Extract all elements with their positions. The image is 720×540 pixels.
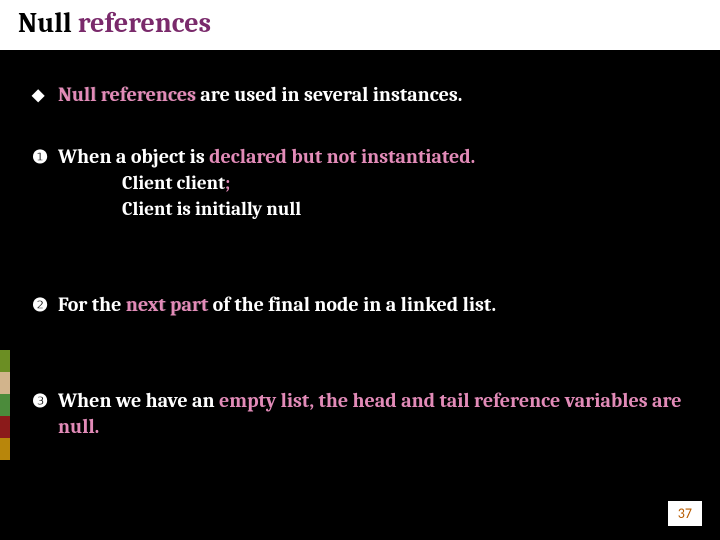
slide-header: Null references (0, 0, 720, 50)
page-number: 37 (668, 501, 702, 526)
item-2-pre: For the (58, 293, 126, 316)
item-3-pre: When we have an (58, 389, 219, 412)
accent-stripe (0, 438, 10, 460)
item-1-highlight: declared but not instantiated. (209, 145, 475, 168)
item-2-post: of the final node in a linked list. (208, 293, 496, 316)
item-1: ❶ When a object is declared but not inst… (32, 144, 688, 222)
circled-three-icon: ❸ (32, 388, 58, 414)
item-3-text: When we have an empty list, the head and… (58, 388, 688, 440)
item-1-text: When a object is declared but not instan… (58, 144, 688, 170)
circled-two-icon: ❷ (32, 292, 58, 318)
intro-text: Null references are used in several inst… (58, 82, 688, 108)
item-1-sub1: Client client; (122, 170, 688, 196)
item-3: ❸ When we have an empty list, the head a… (32, 388, 688, 440)
item-1-sub2: Client is initially null (122, 196, 688, 222)
title-highlight: references (78, 7, 211, 39)
item-2: ❷ For the next part of the final node in… (32, 292, 688, 318)
circled-one-icon: ❶ (32, 144, 58, 170)
accent-stripe (0, 394, 10, 416)
item-1-sub1a: Client client (122, 172, 225, 194)
item-2-text: For the next part of the final node in a… (58, 292, 688, 318)
title-prefix: Null (18, 7, 78, 39)
slide-content: ◆ Null references are used in several in… (0, 50, 720, 440)
diamond-bullet-icon: ◆ (32, 82, 58, 108)
accent-stripe (0, 350, 10, 372)
item-1-sub1b: ; (225, 172, 230, 194)
intro-highlight: Null references (58, 83, 196, 106)
slide-title: Null references (18, 7, 211, 39)
intro-line: ◆ Null references are used in several in… (32, 82, 688, 108)
accent-sidebar (0, 350, 10, 460)
item-1-pre: When a object is (58, 145, 209, 168)
item-1-line: ❶ When a object is declared but not inst… (32, 144, 688, 170)
item-2-highlight: next part (126, 293, 208, 316)
intro-rest: are used in several instances. (196, 83, 462, 106)
accent-stripe (0, 372, 10, 394)
accent-stripe (0, 416, 10, 438)
